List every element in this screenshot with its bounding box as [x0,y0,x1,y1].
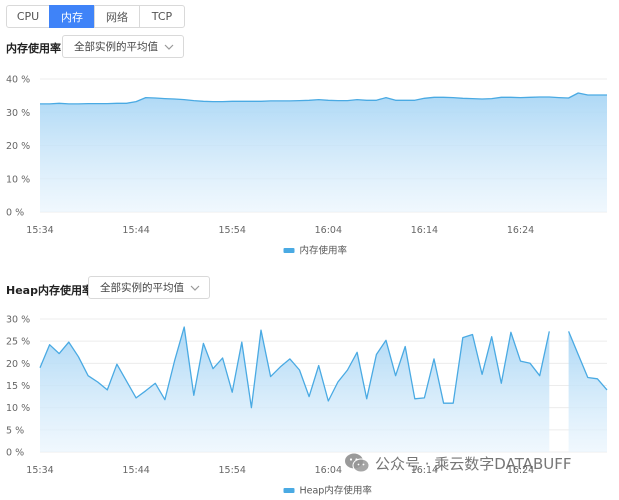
chevron-down-icon [164,44,174,50]
y-tick-label: 15 % [6,381,30,392]
series-area [40,327,550,452]
legend-swatch [283,488,295,493]
x-tick-label: 15:44 [122,225,149,236]
series-area [40,93,607,212]
watermark-text: 公众号 · 乘云数字DATABUFF [375,454,572,473]
y-tick-label: 30 % [6,108,30,119]
x-tick-label: 16:14 [411,225,438,236]
tab-tcp[interactable]: TCP [139,5,185,28]
legend-swatch [283,248,295,253]
x-tick-label: 15:34 [26,465,53,476]
select-value: 全部实例的平均值 [100,282,184,294]
select-value: 全部实例的平均值 [74,41,158,53]
chevron-down-icon [190,285,200,291]
y-tick-label: 10 % [6,174,30,185]
panel-title-heap: Heap内存使用率 [6,284,93,297]
x-tick-label: 16:24 [507,225,534,236]
wechat-icon [345,453,370,473]
tab-cpu[interactable]: CPU [6,5,50,28]
legend-label: 内存使用率 [300,245,348,257]
y-tick-label: 10 % [6,403,30,414]
y-tick-label: 20 % [6,141,30,152]
aggregation-select-heap[interactable]: 全部实例的平均值 [88,276,210,299]
aggregation-select-memory[interactable]: 全部实例的平均值 [62,35,184,58]
y-tick-label: 40 % [6,75,30,86]
series-area [568,331,607,452]
y-tick-label: 0 % [6,448,24,459]
metric-tabs: CPU 内存 网络 TCP [6,5,185,28]
y-tick-label: 25 % [6,337,30,348]
watermark: 公众号 · 乘云数字DATABUFF [344,452,571,474]
legend-label: Heap内存使用率 [300,485,373,497]
y-tick-label: 5 % [6,425,24,436]
x-tick-label: 15:54 [219,225,246,236]
y-tick-label: 0 % [6,208,24,219]
tab-memory[interactable]: 内存 [49,5,95,28]
memory-usage-chart: 0 % 10 % 20 % 30 % 40 % 15:34 15:44 15:54 16:04 1… [6,75,607,257]
x-tick-label: 16:04 [315,225,342,236]
panel-title-memory: 内存使用率 [6,42,61,55]
x-tick-label: 15:54 [219,465,246,476]
x-tick-label: 15:34 [26,225,53,236]
tab-network[interactable]: 网络 [94,5,140,28]
y-tick-label: 30 % [6,315,30,326]
x-tick-label: 15:44 [122,465,149,476]
x-tick-label: 16:04 [315,465,342,476]
y-tick-label: 20 % [6,359,30,370]
